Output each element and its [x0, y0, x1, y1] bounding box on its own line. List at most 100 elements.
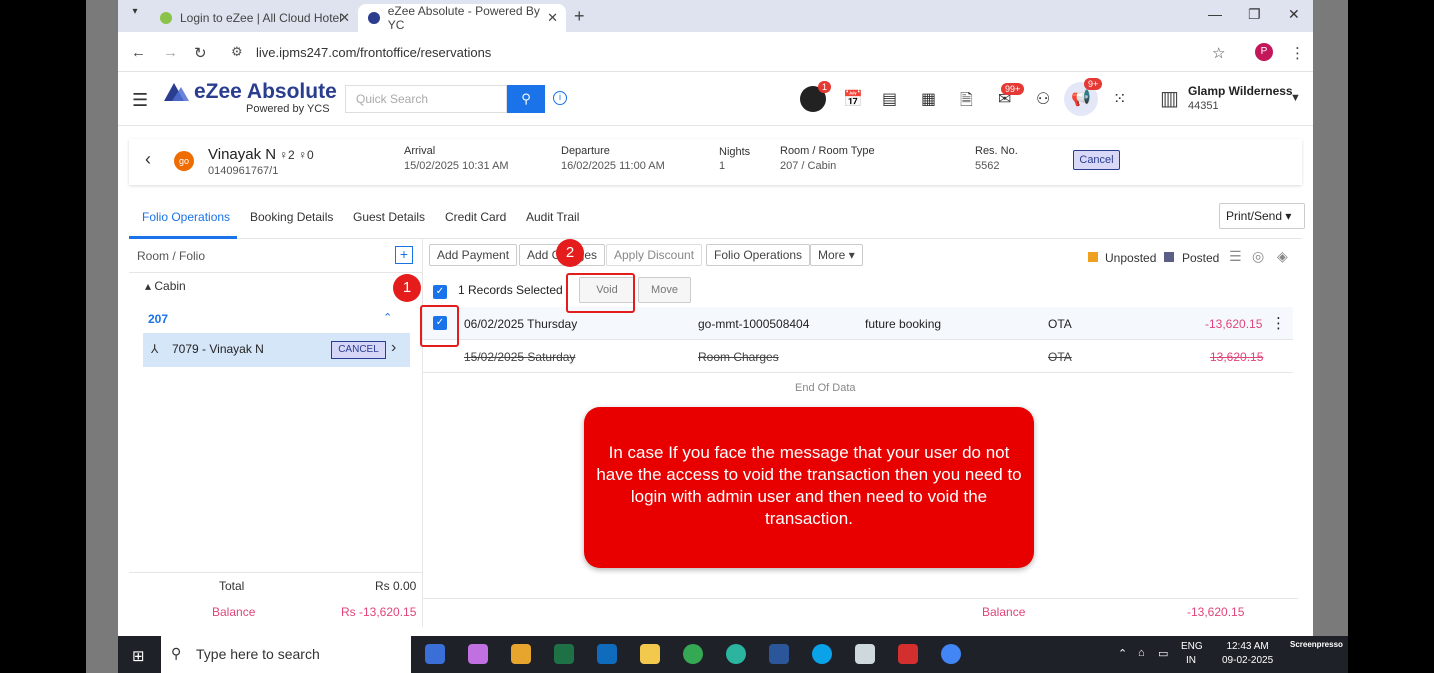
close-icon[interactable]: ✕ — [547, 10, 558, 26]
select-all-checkbox[interactable]: ✓ — [433, 285, 447, 299]
taskbar-search-input[interactable]: ⚲ Type here to search — [161, 636, 411, 673]
add-folio-icon[interactable]: + — [395, 246, 413, 264]
language-indicator[interactable]: ENG IN — [1181, 640, 1203, 668]
tab-search-icon[interactable]: ▾ — [124, 6, 146, 26]
divider — [423, 598, 1298, 599]
cancel-badge: CANCEL — [331, 341, 386, 359]
restore-icon[interactable]: ❐ — [1248, 6, 1261, 23]
windows-start-icon[interactable]: ⊞ — [132, 647, 145, 665]
chevron-down-icon[interactable]: ▼ — [1290, 92, 1301, 104]
browser-tab-login[interactable]: Login to eZee | All Cloud Hotel ✕ — [150, 4, 358, 32]
announcement-badge: 9+ — [1084, 78, 1103, 90]
copilot-icon[interactable] — [468, 644, 488, 664]
folio-panel: Room / Folio + ▴ Cabin 207 ⌃ ⅄ 7079 - Vi… — [129, 239, 423, 627]
reload-icon[interactable]: ↻ — [194, 44, 207, 62]
folio-operations-button[interactable]: Folio Operations — [706, 244, 811, 266]
list-icon[interactable]: ☰ — [1229, 248, 1242, 265]
cancel-status-badge[interactable]: Cancel — [1073, 150, 1120, 170]
battery-icon[interactable]: ▭ — [1158, 647, 1168, 660]
search-button[interactable]: ⚲ — [507, 85, 545, 113]
room-type-group[interactable]: ▴ Cabin — [145, 279, 186, 293]
clock[interactable]: 12:43 AM 09-02-2025 — [1222, 640, 1273, 668]
row-user: OTA — [1048, 317, 1072, 331]
reservation-header: ‹ go Vinayak N ♀2 ♀0 0140961767/1 Arriva… — [129, 139, 1302, 185]
calendar-icon[interactable]: ▦ — [921, 89, 936, 109]
pax-count: ♀2 ♀0 — [279, 148, 314, 162]
paint-icon[interactable] — [855, 644, 875, 664]
new-tab-icon[interactable]: + — [574, 6, 585, 27]
chevron-up-icon[interactable]: ⌃ — [383, 311, 392, 324]
folio-item[interactable]: ⅄ 7079 - Vinayak N CANCEL › — [143, 333, 410, 367]
task-view-icon[interactable] — [425, 644, 445, 664]
tab-credit-card[interactable]: Credit Card — [445, 210, 506, 224]
room-number[interactable]: 207 — [148, 312, 168, 326]
layers-icon[interactable]: ◈ — [1277, 248, 1288, 265]
departure-label: Departure — [561, 145, 610, 157]
move-button[interactable]: Move — [638, 277, 691, 303]
url-field[interactable]: live.ipms247.com/frontoffice/reservation… — [256, 45, 491, 60]
room-label: Room / Room Type — [780, 145, 875, 157]
file-explorer-icon[interactable] — [640, 644, 660, 664]
apps-grid-icon[interactable]: ⁙ — [1113, 89, 1126, 109]
menu-dots-icon[interactable]: ⋮ — [1290, 44, 1305, 62]
row-menu-icon[interactable]: ⋮ — [1271, 314, 1286, 332]
profile-avatar[interactable]: P — [1255, 43, 1273, 61]
hide-icon[interactable]: ◎ — [1252, 248, 1264, 265]
google-icon[interactable] — [941, 644, 961, 664]
logo-subtitle: Powered by YCS — [246, 103, 330, 115]
window-close-icon[interactable]: ✕ — [1288, 6, 1300, 23]
outlook-icon[interactable] — [597, 644, 617, 664]
tab-audit-trail[interactable]: Audit Trail — [526, 210, 579, 224]
edge-icon[interactable] — [726, 644, 746, 664]
calendar-plus-icon[interactable]: 📅 — [843, 89, 863, 109]
checkbox-highlight-box — [420, 305, 459, 347]
tab-booking-details[interactable]: Booking Details — [250, 210, 333, 224]
star-icon[interactable]: ☆ — [1212, 44, 1225, 62]
screenpresso-icon[interactable] — [898, 644, 918, 664]
apply-discount-button[interactable]: Apply Discount — [606, 244, 703, 266]
tab-guest-details[interactable]: Guest Details — [353, 210, 425, 224]
reservation-tabs: Folio Operations Booking Details Guest D… — [129, 199, 1305, 239]
site-info-icon[interactable]: ⚙ — [231, 44, 243, 60]
divider — [423, 372, 1293, 373]
user-settings-icon[interactable]: ⚇ — [1036, 89, 1050, 109]
skype-icon[interactable] — [812, 644, 832, 664]
folio-panel-title: Room / Folio — [137, 249, 206, 263]
minimize-icon[interactable]: — — [1208, 6, 1222, 22]
left-black-bar — [0, 0, 86, 673]
hamburger-icon[interactable]: ☰ — [132, 90, 148, 111]
chrome-icon[interactable] — [683, 644, 703, 664]
word-icon[interactable] — [769, 644, 789, 664]
back-arrow-icon[interactable]: ← — [131, 44, 146, 61]
row-date: 06/02/2025 Thursday — [464, 317, 578, 331]
forward-arrow-icon[interactable]: → — [163, 44, 178, 61]
ezee-logo-icon — [164, 83, 189, 101]
folio-tree-icon: ⅄ — [151, 342, 159, 356]
posted-label: Posted — [1182, 251, 1220, 265]
add-payment-button[interactable]: Add Payment — [429, 244, 518, 266]
search-icon: ⚲ — [521, 91, 531, 106]
excel-icon[interactable] — [554, 644, 574, 664]
guest-source-icon: go — [174, 151, 194, 171]
table-row[interactable]: ✓ 06/02/2025 Thursday go-mmt-1000508404 … — [423, 307, 1293, 339]
row-ref: Room Charges — [698, 350, 779, 364]
chevron-up-icon[interactable]: ⌃ — [1118, 647, 1127, 660]
balance-value: Rs -13,620.15 — [341, 605, 417, 619]
tab-folio-operations[interactable]: Folio Operations — [142, 210, 230, 224]
row-amount: -13,620.15 — [1205, 317, 1263, 331]
network-icon[interactable]: ⌂ — [1138, 647, 1145, 659]
print-send-button[interactable]: Print/Send ▾ — [1219, 203, 1305, 229]
screenpresso-watermark: Screenpresso — [1290, 640, 1343, 649]
back-icon[interactable]: ‹ — [145, 149, 151, 170]
close-icon[interactable]: ✕ — [339, 10, 350, 26]
quick-search-input[interactable]: Quick Search — [345, 85, 507, 113]
info-icon[interactable]: i — [553, 91, 567, 105]
cashier-icon[interactable]: 🗎 — [960, 89, 973, 116]
chevron-right-icon[interactable]: › — [391, 339, 396, 357]
browser-tab-absolute[interactable]: eZee Absolute - Powered By YC ✕ — [358, 4, 566, 32]
more-button[interactable]: More ▾ — [810, 244, 863, 266]
store-icon[interactable] — [511, 644, 531, 664]
checklist-icon[interactable]: ▤ — [882, 89, 897, 109]
hotel-name[interactable]: Glamp Wilderness — [1188, 84, 1293, 98]
table-row[interactable]: 15/02/2025 Saturday Room Charges OTA 13,… — [423, 340, 1293, 372]
